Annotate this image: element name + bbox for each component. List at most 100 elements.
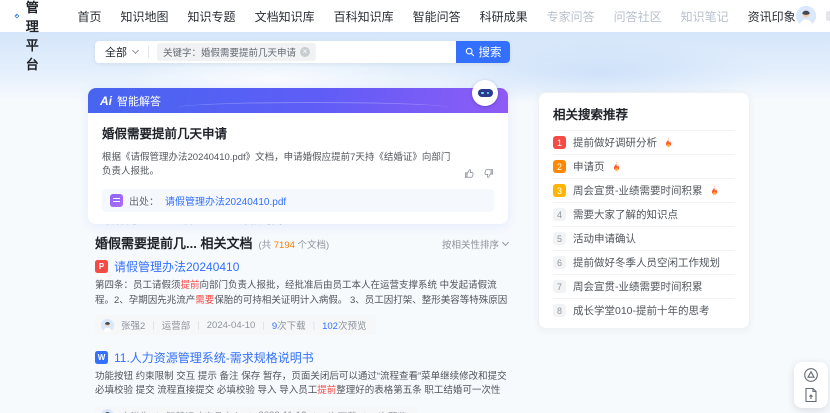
meta-field: 102次预览 (322, 318, 366, 332)
app-logo[interactable]: 知识管理平台 (14, 0, 52, 73)
uploader-avatar-icon (101, 319, 114, 332)
pdf-file-icon: P (95, 260, 108, 273)
answer-feedback (464, 168, 494, 179)
user-avatar[interactable] (796, 6, 816, 26)
nav-item-科研成果[interactable]: 科研成果 (480, 8, 528, 25)
results-list: P 请假管理办法20240410 第四条：员工请假须提前向部门负责人报批，经批准… (95, 258, 508, 413)
ai-card-title: 智能解答 (117, 93, 161, 109)
top-header: 知识管理平台 首页知识地图知识专题文档知识库百科知识库智能问答科研成果专家问答问… (0, 0, 830, 32)
results-count-number: 7194 (274, 240, 295, 251)
hot-flame-icon (710, 185, 719, 196)
rank-badge: 2 (553, 160, 566, 173)
related-search-item[interactable]: 8 成长学堂010-提前十年的思考 (553, 298, 735, 322)
meta-divider: | (152, 320, 154, 331)
results-count: (共 7194 个文档) (258, 237, 329, 251)
search-input[interactable]: 关键字：婚假需要提前几天申请 × (149, 41, 456, 63)
chevron-down-icon (132, 47, 139, 54)
username-masked[interactable] (826, 11, 830, 21)
ai-answer-text: 根据《请假管理办法20240410.pdf》文档，申请婚假应提前7天持《结婚证》… (102, 151, 456, 179)
person-icon (796, 6, 816, 26)
feedback-icon (803, 367, 819, 383)
pdf-file-icon (110, 194, 123, 207)
result-title-link[interactable]: 11.人力资源管理系统-需求规格说明书 (114, 349, 314, 366)
meta-divider: | (262, 320, 264, 331)
thumbs-down-icon[interactable] (483, 168, 494, 179)
rank-badge: 3 (553, 184, 566, 197)
chevron-down-icon (502, 239, 509, 246)
meta-field: 0次预览 (373, 409, 407, 413)
ai-answer-card: Ai 智能解答 婚假需要提前几天申请 根据《请假管理办法20240410.pdf… (88, 88, 508, 224)
answer-source-row: 出处： 请假管理办法20240410.pdf (102, 189, 494, 212)
meta-field: 2024-04-10 (207, 320, 256, 331)
result-item: W 11.人力资源管理系统-需求规格说明书 功能按钮 约束限制 交互 提示 备注… (95, 349, 508, 413)
search-bar: 全部 关键字：婚假需要提前几天申请 × 搜索 (95, 41, 510, 63)
rank-badge: 8 (553, 304, 566, 317)
floating-toolbar (794, 362, 828, 408)
related-search-item[interactable]: 1 提前做好调研分析 (553, 130, 735, 154)
nav-item-文档知识库[interactable]: 文档知识库 (255, 8, 315, 25)
logo-icon (14, 7, 20, 25)
robot-icon (472, 80, 498, 106)
related-search-item[interactable]: 3 周会宣贯-业绩需要时间积累 (553, 178, 735, 202)
related-search-item[interactable]: 2 申请页 (553, 154, 735, 178)
related-search-item[interactable]: 6 提前做好冬季人员空闲工作规划 (553, 250, 735, 274)
search-keyword-chip[interactable]: 关键字：婚假需要提前几天申请 × (157, 43, 316, 61)
meta-field: 9次下载 (272, 318, 306, 332)
related-search-item[interactable]: 4 需要大家了解的知识点 (553, 202, 735, 226)
nav-item-专家问答[interactable]: 专家问答 (547, 8, 595, 25)
search-button[interactable]: 搜索 (456, 41, 510, 63)
chip-label: 关键字：婚假需要提前几天申请 (163, 45, 296, 59)
result-snippet: 功能按钮 约束限制 交互 提示 备注 保存 暂存，页面关闭后可以通过“流程查看”… (95, 370, 508, 399)
chip-close-icon[interactable]: × (300, 47, 310, 57)
meta-field: 白洪生 (121, 409, 150, 413)
hot-flame-icon (664, 137, 673, 148)
upload-document-button[interactable] (804, 387, 818, 403)
search-scope-value: 全部 (105, 44, 127, 60)
rank-badge: 5 (553, 232, 566, 245)
results-header: 婚假需要提前几... 相关文档 (共 7194 个文档) 按相关性排序 (95, 233, 508, 252)
ai-badge: Ai (100, 94, 112, 108)
source-label: 出处： (129, 193, 159, 208)
hot-flame-icon (612, 161, 621, 172)
nav-item-智能问答[interactable]: 智能问答 (413, 8, 461, 25)
nav-item-知识笔记[interactable]: 知识笔记 (681, 8, 729, 25)
source-link[interactable]: 请假管理办法20240410.pdf (165, 193, 286, 208)
related-search-list: 1 提前做好调研分析 2 申请页 3 周会宣贯-业绩需要时间积累 4 需要 (553, 130, 735, 322)
nav-item-资讯印象[interactable]: 资讯印象 (748, 8, 796, 25)
result-title-link[interactable]: 请假管理办法20240410 (114, 258, 239, 275)
header-right (796, 6, 830, 26)
app-title: 知识管理平台 (26, 0, 52, 73)
sort-select[interactable]: 按相关性排序 (442, 237, 508, 251)
search-scope-select[interactable]: 全部 (95, 44, 148, 60)
uploader-avatar-icon (101, 409, 114, 413)
nav-item-首页[interactable]: 首页 (78, 8, 102, 25)
rank-badge: 7 (553, 280, 566, 293)
feedback-button[interactable] (803, 367, 819, 383)
search-button-label: 搜索 (479, 44, 502, 60)
main-nav: 首页 知识地图 知识专题 文档知识库 百科知识库 智能问答 科研成果 专家问答 问答社区 知识笔记… (78, 8, 796, 25)
nav-item-百科知识库[interactable]: 百科知识库 (334, 8, 394, 25)
upload-document-icon (804, 387, 818, 403)
related-search-panel: 相关搜索推荐 1 提前做好调研分析 2 申请页 3 周会宣贯-业绩需要时间积累 (538, 92, 750, 329)
rank-badge: 6 (553, 256, 566, 269)
related-search-item[interactable]: 5 活动申请确认 (553, 226, 735, 250)
meta-divider: | (313, 320, 315, 331)
nav-item-知识专题[interactable]: 知识专题 (188, 8, 236, 25)
search-icon (465, 47, 475, 57)
result-item: P 请假管理办法20240410 第四条：员工请假须提前向部门负责人报批，经批准… (95, 258, 508, 337)
related-search-item[interactable]: 7 周会宣贯-业绩需要时间积累 (553, 274, 735, 298)
meta-field: 运营部 (162, 318, 191, 332)
ai-card-header: Ai 智能解答 (88, 88, 508, 113)
result-snippet: 第四条：员工请假须提前向部门负责人报批，经批准后由员工本人在运营支撑系统 中发起… (95, 279, 508, 308)
result-meta: 白洪生|智慧识才产品中心|2023-11-13|0次下载|0次预览 (95, 406, 417, 413)
related-search-title: 相关搜索推荐 (553, 104, 735, 130)
sort-label: 按相关性排序 (442, 237, 499, 251)
thumbs-up-icon[interactable] (464, 168, 475, 179)
results-title: 婚假需要提前几... 相关文档 (95, 233, 252, 252)
meta-field: 智慧识才产品中心 (166, 409, 242, 413)
nav-item-知识地图[interactable]: 知识地图 (121, 8, 169, 25)
doc-file-icon: W (95, 351, 108, 364)
nav-item-问答社区[interactable]: 问答社区 (614, 8, 662, 25)
ai-card-body: 婚假需要提前几天申请 根据《请假管理办法20240410.pdf》文档，申请婚假… (88, 113, 508, 224)
meta-field: 张强2 (121, 318, 145, 332)
